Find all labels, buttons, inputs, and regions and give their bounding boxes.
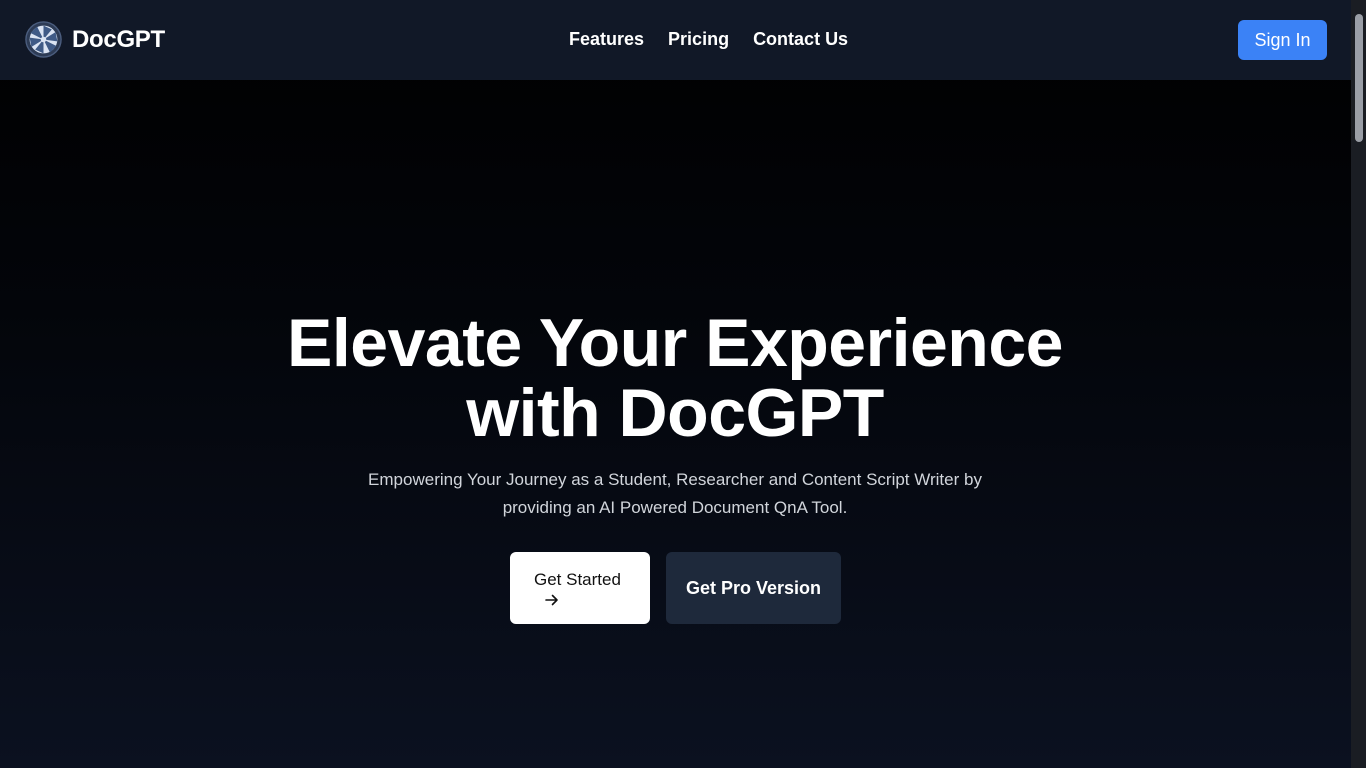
hero-subtitle: Empowering Your Journey as a Student, Re… — [340, 466, 1010, 522]
sign-in-button[interactable]: Sign In — [1238, 20, 1327, 60]
get-pro-version-button[interactable]: Get Pro Version — [666, 552, 841, 624]
scrollbar-thumb[interactable] — [1355, 14, 1363, 142]
hero-section: Elevate Your Experience with DocGPT Empo… — [0, 80, 1351, 768]
vertical-scrollbar[interactable] — [1351, 0, 1366, 768]
nav-link-features[interactable]: Features — [569, 29, 644, 50]
hero-title: Elevate Your Experience with DocGPT — [175, 308, 1175, 448]
hero-title-line-1: Elevate Your Experience — [287, 305, 1063, 381]
aperture-logo-icon — [25, 21, 62, 58]
hero-subtitle-line-2: providing an AI Powered Document QnA Too… — [502, 498, 848, 517]
brand[interactable]: DocGPT — [25, 21, 165, 58]
landing-page: DocGPT Features Pricing Contact Us Sign … — [0, 0, 1366, 768]
nav-link-pricing[interactable]: Pricing — [668, 29, 729, 50]
brand-name: DocGPT — [72, 25, 165, 53]
hero-subtitle-line-1: Empowering Your Journey as a Student, Re… — [368, 470, 982, 489]
get-started-button[interactable]: Get Started — [510, 552, 650, 624]
arrow-right-icon — [545, 594, 558, 606]
main-nav: Features Pricing Contact Us — [569, 29, 848, 50]
get-started-label: Get Started — [534, 570, 621, 589]
nav-link-contact-us[interactable]: Contact Us — [753, 29, 848, 50]
top-navbar: DocGPT Features Pricing Contact Us Sign … — [0, 0, 1351, 80]
hero-title-line-2: with DocGPT — [466, 375, 884, 451]
